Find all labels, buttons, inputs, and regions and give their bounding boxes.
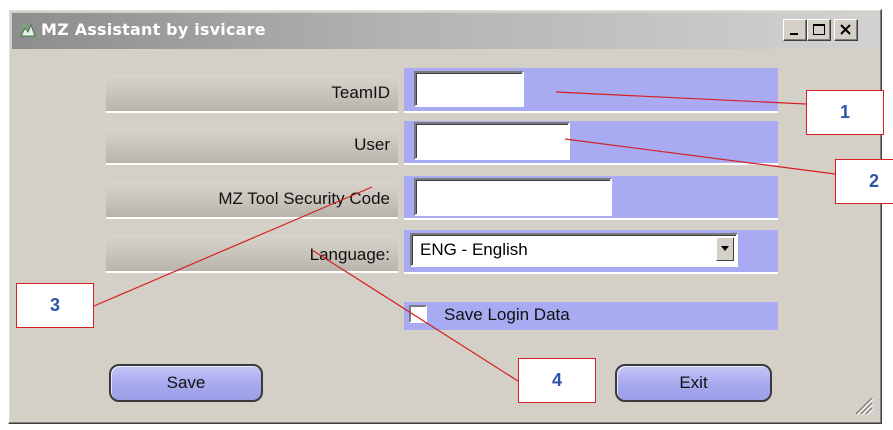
- close-icon: [840, 24, 851, 35]
- user-label: User: [354, 135, 390, 154]
- security-code-label-bar: MZ Tool Security Code: [106, 181, 398, 219]
- minimize-icon: [790, 33, 798, 35]
- save-login-label: Save Login Data: [444, 305, 570, 324]
- language-label-bar: Language:: [106, 235, 398, 273]
- maximize-icon: [813, 24, 825, 35]
- team-id-input[interactable]: [414, 71, 524, 107]
- maximize-button[interactable]: [807, 19, 831, 41]
- title-bar[interactable]: MZ Assistant by isvicare: [12, 13, 878, 49]
- app-icon: [20, 23, 36, 37]
- security-code-label: MZ Tool Security Code: [218, 189, 390, 208]
- language-selected-value: ENG - English: [420, 240, 528, 259]
- callout-2: 2: [835, 159, 893, 204]
- chevron-down-icon: [721, 246, 729, 251]
- security-code-input[interactable]: [414, 178, 612, 216]
- user-label-bar: User: [106, 127, 398, 165]
- save-button[interactable]: Save: [109, 364, 263, 402]
- callout-3: 3: [16, 283, 94, 328]
- team-id-label-bar: TeamID: [106, 75, 398, 113]
- save-login-checkbox[interactable]: [409, 305, 427, 323]
- callout-1: 1: [806, 90, 884, 135]
- exit-button[interactable]: Exit: [615, 364, 772, 402]
- close-button[interactable]: [834, 19, 858, 41]
- language-label: Language:: [309, 245, 390, 264]
- team-id-label: TeamID: [331, 83, 390, 102]
- callout-4: 4: [518, 358, 596, 403]
- user-input[interactable]: [414, 122, 570, 160]
- resize-grip-icon[interactable]: [850, 392, 874, 416]
- language-dropdown-button[interactable]: [716, 237, 734, 261]
- language-select[interactable]: ENG - English: [410, 233, 738, 267]
- minimize-button[interactable]: [783, 19, 807, 41]
- window-title: MZ Assistant by isvicare: [41, 20, 266, 39]
